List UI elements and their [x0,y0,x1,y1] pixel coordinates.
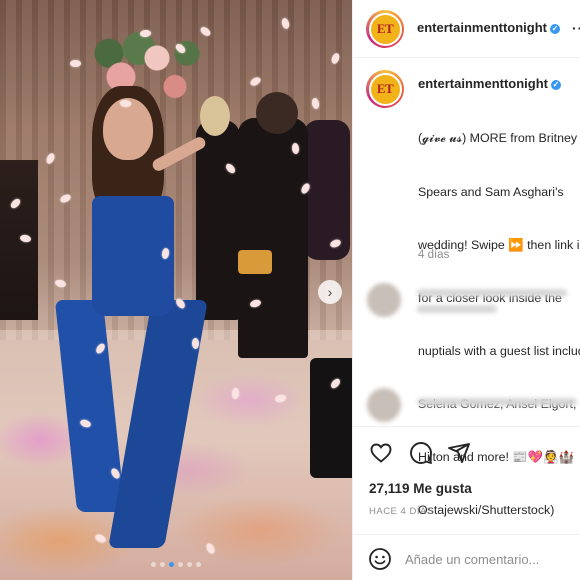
caption-username[interactable]: entertainmenttonight ✓ [418,76,561,91]
header-username[interactable]: entertainmenttonight ✓ [417,20,560,35]
post-photo[interactable]: › [0,0,352,580]
carousel-dot [187,562,192,567]
more-icon[interactable]: ··· [572,20,580,36]
caption-avatar[interactable]: ET [366,70,404,108]
comment-text-blur [417,289,567,297]
comment-text-blur [417,305,497,313]
carousel-dot [178,562,183,567]
background-guest-blonde [196,120,240,320]
header-username-text[interactable]: entertainmenttonight [417,20,547,35]
background-guest-left [0,160,38,320]
chevron-right-icon: › [327,284,333,300]
comment-avatar [367,388,401,422]
carousel-dot [169,562,174,567]
rose-petal [70,60,81,67]
caption-timestamp[interactable]: 4 días [418,249,449,261]
post-date[interactable]: HACE 4 DÍAS [369,506,434,517]
caption-line: nuptials with a guest list including [418,343,580,358]
share-icon[interactable] [447,441,471,465]
post-sidebar: ET entertainmenttonight✓ ··· ET entertai… [352,0,580,580]
background-guest-head [256,92,298,134]
account-avatar[interactable]: ET [366,10,404,48]
post-header: ET entertainmenttonight✓ ··· [353,0,580,58]
verified-icon: ✓ [550,24,560,34]
carousel-dots [0,562,352,567]
black-stool [310,358,352,478]
carousel-dot [160,562,165,567]
background-guest-dress [304,120,350,260]
likes-count[interactable]: 27,119 Me gusta [369,481,472,496]
comment-text-blur [417,398,577,406]
heart-icon[interactable] [369,441,393,465]
dancer-face [103,98,153,160]
background-guest-hair [200,96,230,136]
blurred-comment [367,388,577,426]
caption-username-text[interactable]: entertainmenttonight [418,76,548,91]
emoji-icon[interactable] [368,547,392,571]
caption-line: Spears and Sam Asghari's [418,184,564,199]
yellow-handbag [238,250,272,274]
rose-petal [191,337,200,350]
action-bar [353,426,580,468]
comment-icon[interactable] [409,441,433,465]
comment-avatar [367,283,401,317]
carousel-next-button[interactable]: › [318,280,342,304]
background-guest-hat [238,118,308,358]
carousel-dot [196,562,201,567]
blurred-comment [367,283,577,321]
comment-form [353,534,580,580]
verified-icon: ✓ [551,80,561,90]
et-logo: ET [368,72,402,106]
caption-line: Ostajewski/Shutterstock) [418,503,555,518]
carousel-dot [151,562,156,567]
caption-line: (𝓰𝓲𝓿𝓮 𝓾𝓼) MORE from Britney [418,131,578,146]
comment-input[interactable] [405,547,580,571]
et-logo: ET [368,12,402,46]
